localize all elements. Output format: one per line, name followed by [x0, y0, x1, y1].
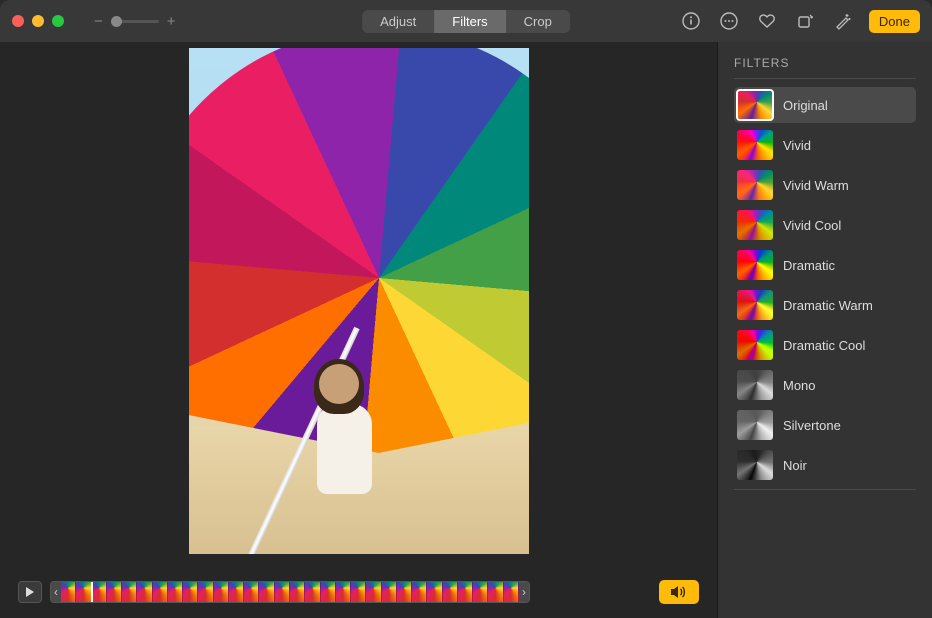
main: ‹ › FILTERS Original Vivid Vivid Warm Vivid… — [0, 42, 932, 618]
filter-label: Vivid Cool — [783, 218, 841, 233]
filter-item-dramwarm[interactable]: Dramatic Warm — [734, 287, 916, 323]
tab-filters[interactable]: Filters — [434, 10, 505, 33]
auto-enhance-icon[interactable] — [831, 9, 855, 33]
playhead[interactable] — [91, 581, 93, 603]
volume-button[interactable] — [659, 580, 699, 604]
filter-label: Vivid — [783, 138, 811, 153]
filter-item-noir[interactable]: Noir — [734, 447, 916, 483]
zoom-in-icon: + — [167, 13, 176, 30]
done-button[interactable]: Done — [869, 10, 920, 33]
filter-label: Vivid Warm — [783, 178, 849, 193]
filter-item-vivid[interactable]: Vivid — [734, 127, 916, 163]
trim-end-handle[interactable]: › — [519, 582, 529, 602]
filter-item-dramatic[interactable]: Dramatic — [734, 247, 916, 283]
favorite-icon[interactable] — [755, 9, 779, 33]
filter-thumbnail — [737, 210, 773, 240]
window-controls — [12, 15, 64, 27]
filter-item-warm[interactable]: Vivid Warm — [734, 167, 916, 203]
more-icon[interactable] — [717, 9, 741, 33]
filter-thumbnail — [737, 90, 773, 120]
titlebar: − + Adjust Filters Crop Done — [0, 0, 932, 42]
info-icon[interactable] — [679, 9, 703, 33]
rotate-icon[interactable] — [793, 9, 817, 33]
filter-thumbnail — [737, 250, 773, 280]
edit-mode-tabs: Adjust Filters Crop — [362, 10, 570, 33]
zoom-thumb[interactable] — [111, 16, 122, 27]
filter-label: Dramatic Warm — [783, 298, 873, 313]
zoom-out-icon: − — [94, 13, 103, 30]
zoom-slider[interactable]: − + — [94, 13, 176, 30]
filter-item-mono[interactable]: Mono — [734, 367, 916, 403]
toolbar-right: Done — [679, 9, 920, 33]
filter-label: Silvertone — [783, 418, 841, 433]
trim-start-handle[interactable]: ‹ — [51, 582, 61, 602]
tab-adjust[interactable]: Adjust — [362, 10, 434, 33]
divider — [734, 78, 916, 79]
filter-thumbnail — [737, 370, 773, 400]
filter-thumbnail — [737, 410, 773, 440]
filter-label: Dramatic — [783, 258, 835, 273]
filter-label: Noir — [783, 458, 807, 473]
zoom-track[interactable] — [111, 20, 159, 23]
filter-thumbnail — [737, 290, 773, 320]
filter-thumbnail — [737, 170, 773, 200]
tab-crop[interactable]: Crop — [506, 10, 570, 33]
filter-item-dramcool[interactable]: Dramatic Cool — [734, 327, 916, 363]
filter-item-original[interactable]: Original — [734, 87, 916, 123]
filter-item-silver[interactable]: Silvertone — [734, 407, 916, 443]
play-button[interactable] — [18, 581, 42, 603]
filter-thumbnail — [737, 450, 773, 480]
sidebar-title: FILTERS — [734, 56, 916, 70]
filter-thumbnail — [737, 330, 773, 360]
close-window-button[interactable] — [12, 15, 24, 27]
timeline-frames[interactable] — [61, 582, 519, 602]
filter-item-cool[interactable]: Vivid Cool — [734, 207, 916, 243]
filter-label: Mono — [783, 378, 816, 393]
video-timeline[interactable]: ‹ › — [50, 581, 530, 603]
filter-list: Original Vivid Vivid Warm Vivid Cool Dramati… — [734, 87, 916, 483]
filter-thumbnail — [737, 130, 773, 160]
filter-label: Dramatic Cool — [783, 338, 865, 353]
filter-label: Original — [783, 98, 828, 113]
maximize-window-button[interactable] — [52, 15, 64, 27]
canvas-area: ‹ › — [0, 42, 717, 618]
video-timeline-row: ‹ › — [0, 580, 717, 604]
photo-preview — [189, 48, 529, 554]
filters-sidebar: FILTERS Original Vivid Vivid Warm Vivid Coo… — [717, 42, 932, 618]
divider — [734, 489, 916, 490]
minimize-window-button[interactable] — [32, 15, 44, 27]
